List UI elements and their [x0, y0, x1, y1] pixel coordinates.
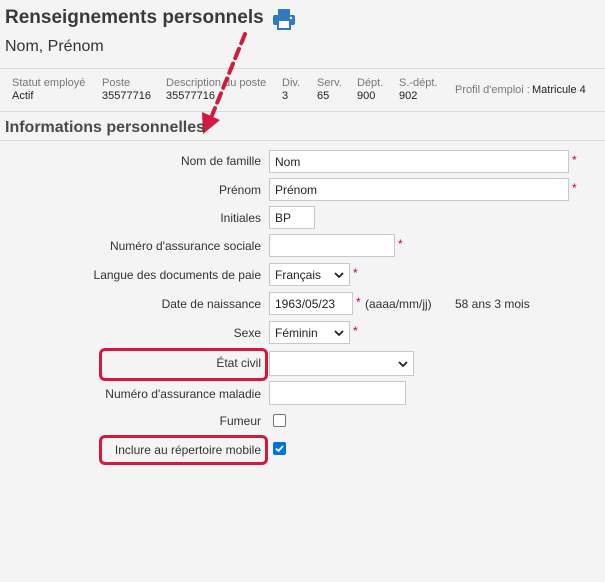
first-name-label: Prénom [218, 183, 261, 197]
info-label-subdepartment: S.-dépt. [399, 77, 438, 89]
required-marker: * [572, 153, 577, 167]
required-marker: * [356, 295, 361, 309]
employee-name: Nom, Prénom [5, 38, 104, 55]
smoker-label: Fumeur [219, 414, 261, 428]
birth-date-label: Date de naissance [161, 297, 261, 311]
info-label-service: Serv. [317, 77, 342, 89]
mobile-directory-label: Inclure au répertoire mobile [114, 443, 261, 457]
pay-language-label: Langue des documents de paie [93, 268, 261, 282]
info-label-division: Div. [282, 77, 301, 89]
sin-label: Numéro d'assurance sociale [109, 239, 261, 253]
sex-label: Sexe [233, 326, 261, 340]
sex-select[interactable]: Féminin [269, 321, 350, 344]
profile-label: Profil d'emploi : [455, 84, 530, 96]
required-marker: * [398, 237, 403, 251]
print-icon[interactable] [272, 8, 296, 30]
last-name-input[interactable] [269, 150, 569, 173]
section-divider [0, 140, 605, 141]
required-marker: * [353, 324, 358, 338]
profile-value: Matricule 4 [532, 84, 586, 96]
info-value-service: 65 [317, 90, 330, 102]
pay-language-select[interactable]: Français [269, 263, 350, 286]
sin-input[interactable] [269, 234, 395, 257]
page-title: Renseignements personnels [5, 7, 264, 28]
section-title: Informations personnelles [5, 119, 206, 136]
chevron-down-icon [334, 271, 344, 278]
age-text: 58 ans 3 mois [455, 297, 530, 311]
marital-status-label: État civil [216, 356, 261, 370]
marital-status-select[interactable] [269, 351, 414, 376]
info-label-department: Dépt. [357, 77, 384, 89]
info-value-division: 3 [282, 90, 289, 102]
checkmark-icon [275, 445, 284, 453]
required-marker: * [572, 181, 577, 195]
chevron-down-icon [334, 329, 344, 336]
first-name-input[interactable] [269, 178, 569, 201]
info-value-status: Actif [12, 90, 34, 102]
info-value-subdepartment: 902 [399, 90, 418, 102]
date-format-hint: (aaaa/mm/jj) [365, 297, 432, 311]
chevron-down-icon [398, 360, 408, 367]
info-label-position: Poste [102, 77, 131, 89]
pay-language-value: Français [275, 267, 322, 282]
initials-label: Initiales [220, 211, 261, 225]
info-label-status: Statut employé [12, 77, 86, 89]
health-insurance-label: Numéro d'assurance maladie [105, 387, 261, 401]
info-value-department: 900 [357, 90, 376, 102]
mobile-directory-checkbox[interactable] [273, 442, 286, 455]
smoker-checkbox[interactable] [273, 414, 286, 427]
initials-input[interactable] [269, 206, 315, 229]
last-name-label: Nom de famille [180, 154, 261, 168]
birth-date-input[interactable] [269, 292, 353, 315]
info-value-position: 35577716 [102, 90, 151, 102]
sex-value: Féminin [275, 325, 318, 340]
required-marker: * [353, 266, 358, 280]
health-insurance-input[interactable] [269, 381, 406, 405]
